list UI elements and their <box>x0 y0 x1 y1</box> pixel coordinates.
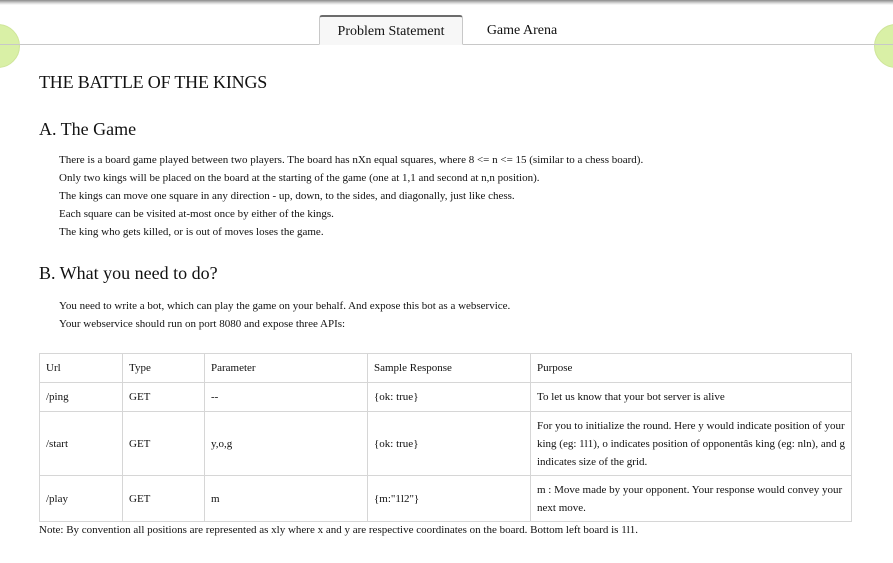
table-cell-type: GET <box>122 411 205 476</box>
table-cell-parameter: m <box>204 475 368 522</box>
table-cell-response: {m:"1l2"} <box>367 475 531 522</box>
tab-problem-statement[interactable]: Problem Statement <box>319 15 463 45</box>
table-cell-url: /play <box>39 475 123 522</box>
section-a-line: Each square can be visited at-most once … <box>59 208 334 220</box>
table-header-cell: Type <box>122 353 205 383</box>
table-cell-purpose: m : Move made by your opponent. Your res… <box>530 475 852 522</box>
section-a-line: The kings can move one square in any dir… <box>59 190 515 202</box>
convention-note: Note: By convention all positions are re… <box>39 524 639 536</box>
table-cell-type: GET <box>122 475 205 522</box>
section-a-line: There is a board game played between two… <box>59 154 644 166</box>
section-a-heading: A. The Game <box>39 119 137 139</box>
tab-game-arena[interactable]: Game Arena <box>472 15 572 45</box>
window-top-shadow <box>0 0 893 5</box>
table-header-cell: Sample Response <box>367 353 531 383</box>
table-cell-purpose: To let us know that your bot server is a… <box>530 382 852 412</box>
table-cell-type: GET <box>122 382 205 412</box>
table-cell-response: {ok: true} <box>367 411 531 476</box>
table-row: /play GET m {m:"1l2"} m : Move made by y… <box>39 475 852 522</box>
left-decorative-circle <box>0 24 20 68</box>
api-table: Url Type Parameter Sample Response Purpo… <box>39 353 852 522</box>
table-cell-parameter: -- <box>204 382 368 412</box>
table-row: /ping GET -- {ok: true} To let us know t… <box>39 382 852 412</box>
table-row: /start GET y,o,g {ok: true} For you to i… <box>39 411 852 476</box>
section-b-line: Your webservice should run on port 8080 … <box>59 318 346 330</box>
section-a-line: Only two kings will be placed on the boa… <box>59 172 540 184</box>
right-decorative-circle <box>874 24 893 68</box>
table-cell-url: /start <box>39 411 123 476</box>
table-header-row: Url Type Parameter Sample Response Purpo… <box>39 353 852 383</box>
section-a-line: The king who gets killed, or is out of m… <box>59 226 324 238</box>
section-a-text: There is a board game played between two… <box>59 151 643 241</box>
table-cell-parameter: y,o,g <box>204 411 368 476</box>
section-b-line: You need to write a bot, which can play … <box>59 300 511 312</box>
table-header-cell: Url <box>39 353 123 383</box>
table-header-cell: Parameter <box>204 353 368 383</box>
section-b-heading: B. What you need to do? <box>39 263 218 283</box>
table-cell-url: /ping <box>39 382 123 412</box>
section-b-text: You need to write a bot, which can play … <box>59 297 510 333</box>
table-header-cell: Purpose <box>530 353 852 383</box>
page-title: THE BATTLE OF THE KINGS <box>39 72 268 92</box>
table-cell-response: {ok: true} <box>367 382 531 412</box>
table-cell-purpose: For you to initialize the round. Here y … <box>530 411 852 476</box>
